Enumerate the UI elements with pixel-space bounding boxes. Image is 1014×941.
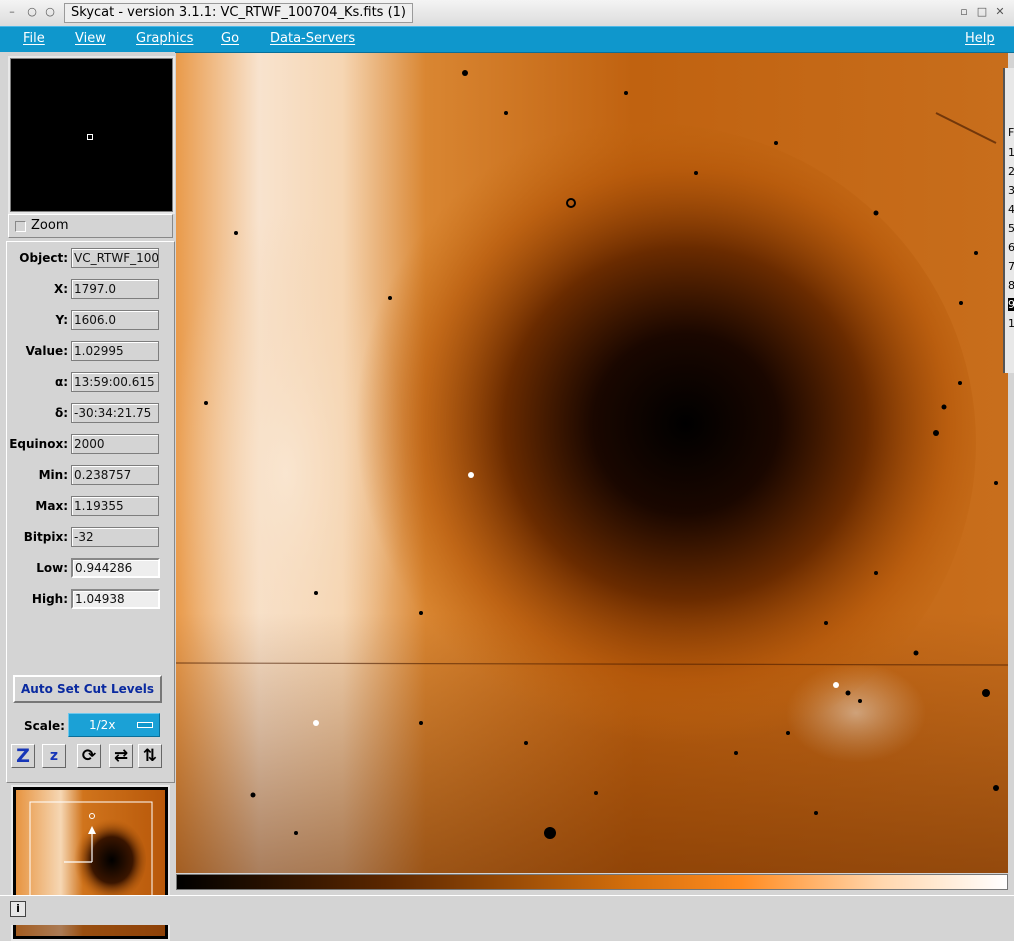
menu-go[interactable]: Go	[221, 31, 239, 46]
bitpix-label: Bitpix:	[23, 530, 68, 544]
info-row-min: Min: 0.238757	[7, 465, 174, 487]
zoom-cursor-marker	[87, 134, 93, 140]
pixel-value-label: Value:	[25, 344, 68, 358]
zoom-in-icon: Z	[16, 745, 30, 767]
menu-file[interactable]: File	[23, 31, 45, 46]
scale-value: 1/2x	[89, 718, 116, 732]
side-row: 5	[1008, 222, 1014, 235]
equinox-value: 2000	[71, 434, 159, 454]
side-row: 3	[1008, 184, 1014, 197]
menubar: File View Graphics Go Data-Servers Help	[0, 26, 1014, 53]
ra-value: 13:59:00.615	[71, 372, 159, 392]
bitpix-value: -32	[71, 527, 159, 547]
info-row-y: Y: 1606.0	[7, 310, 174, 332]
window-title: Skycat - version 3.1.1: VC_RTWF_100704_K…	[64, 3, 414, 23]
flip-y-icon: ⇅	[142, 746, 158, 766]
side-row-selected: 9	[1008, 298, 1014, 311]
side-row: F	[1008, 126, 1014, 139]
zoom-out-button[interactable]: z	[42, 744, 66, 768]
equinox-label: Equinox:	[9, 437, 68, 451]
zoom-toggle[interactable]: Zoom	[8, 214, 173, 238]
dec-value: -30:34:21.75	[71, 403, 159, 423]
side-row: 4	[1008, 203, 1014, 216]
high-label: High:	[31, 592, 68, 606]
side-row: 8	[1008, 279, 1014, 292]
side-row: 2	[1008, 165, 1014, 178]
info-row-dec: δ: -30:34:21.75	[7, 403, 174, 425]
max-value: 1.19355	[71, 496, 159, 516]
low-label: Low:	[36, 561, 68, 575]
scale-label: Scale:	[24, 719, 65, 733]
rotate-button[interactable]: ⟳	[77, 744, 101, 768]
info-icon[interactable]: i	[10, 901, 26, 917]
low-cut-input[interactable]: 0.944286	[71, 558, 160, 578]
info-row-low: Low: 0.944286	[7, 558, 174, 580]
info-row-high: High: 1.04938	[7, 589, 174, 611]
flip-x-button[interactable]: ⇄	[109, 744, 133, 768]
maximize-icon[interactable]: □	[976, 6, 988, 18]
control-panel: Zoom Object: VC_RTWF_100 X: 1797.0 Y: 16…	[0, 52, 175, 941]
zoom-label: Zoom	[31, 218, 69, 233]
y-value: 1606.0	[71, 310, 159, 330]
window-titlebar: – ○ ○ Skycat - version 3.1.1: VC_RTWF_10…	[0, 0, 1014, 27]
side-row: 1	[1008, 146, 1014, 159]
window-menu-icon[interactable]: –	[6, 6, 18, 18]
high-cut-input[interactable]: 1.04938	[71, 589, 160, 609]
minimize-icon[interactable]: ▫	[958, 6, 970, 18]
pixel-value: 1.02995	[71, 341, 159, 361]
ra-label: α:	[54, 375, 68, 389]
info-row-equinox: Equinox: 2000	[7, 434, 174, 456]
info-row-max: Max: 1.19355	[7, 496, 174, 518]
menu-data-servers[interactable]: Data-Servers	[270, 31, 355, 46]
dec-label: δ:	[54, 406, 68, 420]
status-bar: i	[0, 895, 1014, 925]
menu-help[interactable]: Help	[965, 31, 995, 46]
option-menu-indicator-icon	[137, 722, 153, 728]
rotate-icon: ⟳	[81, 746, 97, 766]
catalog-window-edge[interactable]: F 1 2 3 4 5 6 7 8 9 1	[1003, 68, 1014, 373]
auto-set-cut-levels-button[interactable]: Auto Set Cut Levels	[13, 675, 162, 703]
zoom-out-icon: z	[49, 748, 59, 764]
y-label: Y:	[55, 313, 68, 327]
info-row-bitpix: Bitpix: -32	[7, 527, 174, 549]
object-label: Object:	[19, 251, 68, 265]
side-row: 7	[1008, 260, 1014, 273]
zoom-checkbox[interactable]	[15, 221, 26, 232]
flip-y-button[interactable]: ⇅	[138, 744, 162, 768]
colormap-bar[interactable]	[176, 874, 1008, 890]
x-label: X:	[53, 282, 68, 296]
info-row-ra: α: 13:59:00.615	[7, 372, 174, 394]
window-pin-icon[interactable]: ○	[26, 6, 38, 18]
info-row-x: X: 1797.0	[7, 279, 174, 301]
min-label: Min:	[38, 468, 68, 482]
x-value: 1797.0	[71, 279, 159, 299]
window-shade-icon[interactable]: ○	[44, 6, 56, 18]
side-row: 1	[1008, 317, 1014, 330]
scale-menubutton[interactable]: 1/2x	[68, 713, 160, 737]
info-row-value: Value: 1.02995	[7, 341, 174, 363]
flip-x-icon: ⇄	[113, 746, 129, 766]
object-value: VC_RTWF_100	[71, 248, 159, 268]
menu-view[interactable]: View	[75, 31, 106, 46]
menu-graphics[interactable]: Graphics	[136, 31, 193, 46]
min-value: 0.238757	[71, 465, 159, 485]
max-label: Max:	[35, 499, 68, 513]
zoom-window[interactable]	[8, 56, 175, 214]
zoom-in-button[interactable]: Z	[11, 744, 35, 768]
close-icon[interactable]: ✕	[994, 6, 1006, 18]
side-row: 6	[1008, 241, 1014, 254]
image-display[interactable]	[176, 53, 1008, 873]
info-row-object: Object: VC_RTWF_100	[7, 248, 174, 270]
